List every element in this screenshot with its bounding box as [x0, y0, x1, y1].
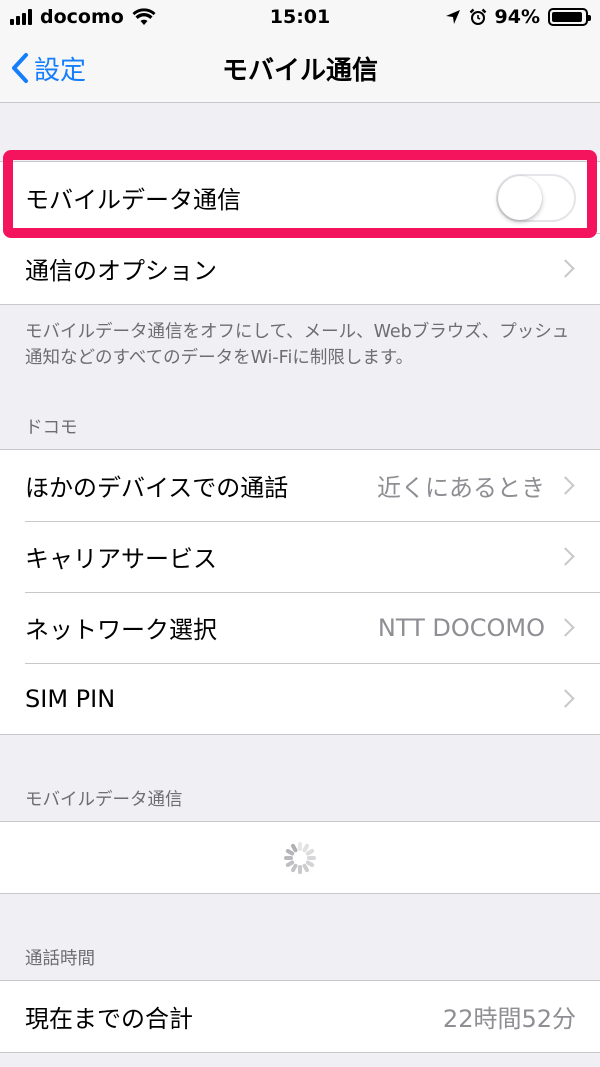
- carrier-group: ほかのデバイスでの通話 近くにあるとき キャリアサービス ネットワーク選択 NT…: [0, 449, 600, 735]
- call-time-total-row: 現在までの合計 22時間52分: [0, 981, 600, 1052]
- cellular-group: モバイルデータ通信 通信のオプション: [0, 161, 600, 305]
- chevron-right-icon: [556, 476, 575, 495]
- status-bar: docomo 94% 15:01: [0, 0, 600, 34]
- battery-icon: [548, 8, 591, 26]
- call-time-group: 現在までの合計 22時間52分: [0, 980, 600, 1053]
- back-button[interactable]: 設定: [10, 34, 86, 102]
- other-devices-calls-value: 近くにあるとき: [377, 474, 545, 502]
- sim-pin-label: SIM PIN: [25, 684, 116, 713]
- call-time-total-label: 現在までの合計: [25, 1005, 193, 1033]
- call-time-total-value: 22時間52分: [442, 1005, 576, 1033]
- network-selection-row[interactable]: ネットワーク選択 NTT DOCOMO: [0, 592, 600, 663]
- toggle-knob: [498, 175, 542, 220]
- spinner-icon: [284, 841, 316, 874]
- carrier-services-row[interactable]: キャリアサービス: [0, 521, 600, 592]
- chevron-right-icon: [556, 689, 575, 708]
- status-right: 94%: [445, 6, 591, 28]
- chevron-right-icon: [556, 259, 575, 278]
- network-selection-value: NTT DOCOMO: [377, 613, 545, 642]
- chevron-right-icon: [556, 547, 575, 566]
- back-chevron-icon: [12, 53, 28, 83]
- other-devices-calls-row[interactable]: ほかのデバイスでの通話 近くにあるとき: [0, 450, 600, 521]
- spinner-spoke: [284, 855, 293, 860]
- cellular-data-row: モバイルデータ通信: [0, 162, 600, 233]
- chevron-right-icon: [556, 618, 575, 637]
- battery-level: [552, 12, 583, 22]
- cellular-data-label: モバイルデータ通信: [25, 186, 241, 214]
- battery-percent: 94%: [494, 6, 540, 28]
- status-left: docomo: [10, 6, 156, 28]
- location-arrow-icon: [445, 10, 460, 24]
- page-title: モバイル通信: [221, 55, 378, 86]
- cellular-data-toggle[interactable]: [496, 173, 576, 222]
- spinner-spoke: [307, 855, 316, 860]
- usage-section-header: モバイルデータ通信: [25, 790, 183, 810]
- network-selection-label: ネットワーク選択: [25, 616, 217, 644]
- usage-loading-row: [0, 822, 600, 893]
- carrier-services-label: キャリアサービス: [25, 545, 217, 573]
- signal-bars-icon: [10, 9, 32, 25]
- cellular-options-label: 通信のオプション: [25, 257, 217, 285]
- nav-bar: 設定 モバイル通信: [0, 34, 600, 103]
- call-time-section-header: 通話時間: [25, 949, 95, 969]
- spinner-spoke: [298, 864, 302, 874]
- sim-pin-row[interactable]: SIM PIN: [0, 663, 600, 734]
- other-devices-calls-label: ほかのデバイスでの通話: [25, 474, 289, 502]
- wifi-icon: [132, 8, 156, 25]
- cellular-options-row[interactable]: 通信のオプション: [0, 233, 600, 304]
- back-button-label: 設定: [34, 55, 87, 86]
- carrier-name: docomo: [40, 6, 124, 28]
- carrier-section-header: ドコモ: [25, 418, 78, 438]
- usage-group: [0, 821, 600, 894]
- alarm-clock-icon: [469, 8, 486, 25]
- cellular-footnote: モバイルデータ通信をオフにして、メール、Webブラウズ、プッシュ通知などのすべて…: [25, 322, 570, 368]
